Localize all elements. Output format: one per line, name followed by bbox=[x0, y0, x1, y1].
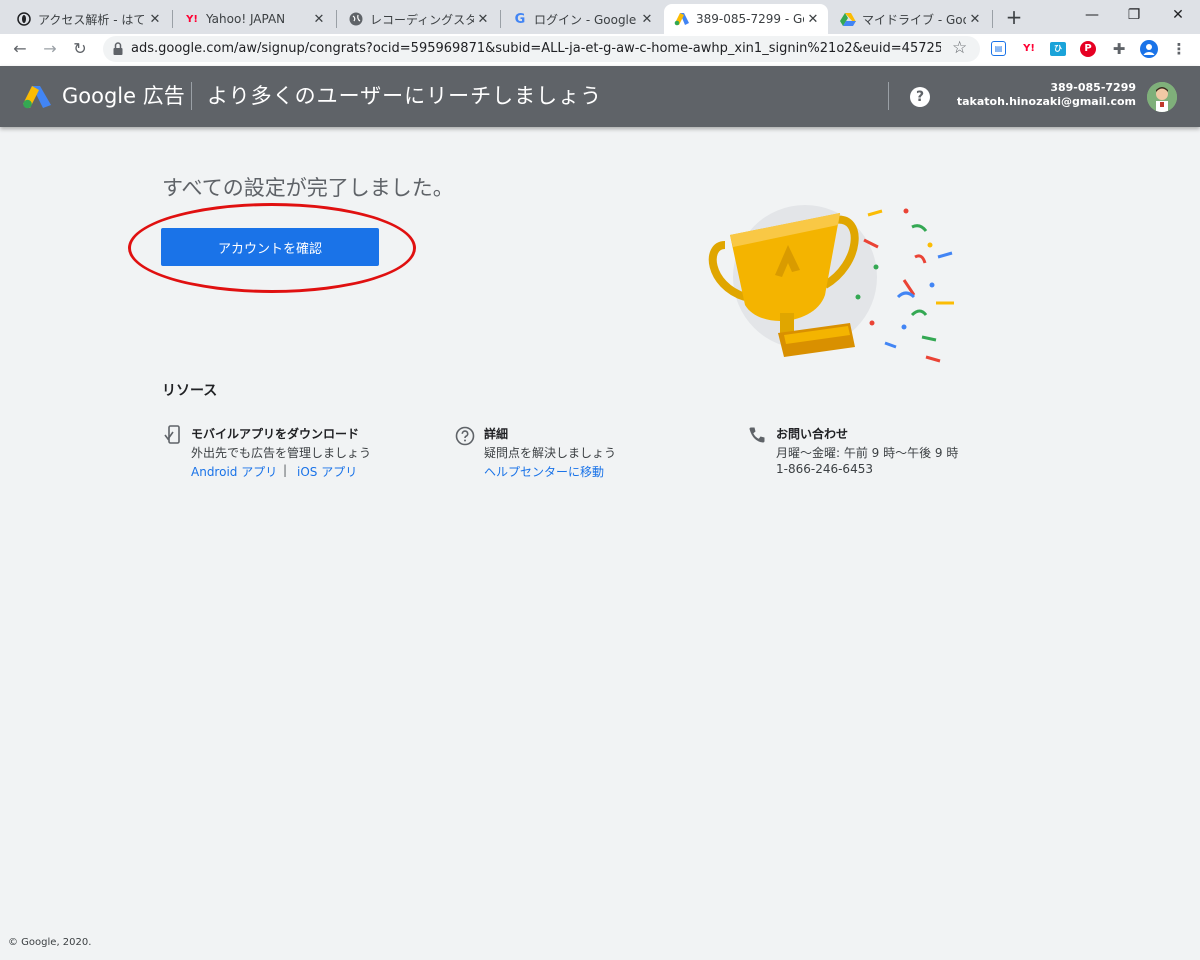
extension-icon[interactable]: ▤ bbox=[991, 41, 1006, 56]
help-icon[interactable]: ? bbox=[910, 87, 930, 107]
profile-icon[interactable] bbox=[1140, 40, 1158, 58]
phone-icon bbox=[748, 426, 766, 444]
close-window-button[interactable]: ✕ bbox=[1158, 2, 1198, 28]
mobile-app-title: モバイルアプリをダウンロード bbox=[191, 427, 360, 441]
browser-menu-icon[interactable]: ⋮ bbox=[1170, 40, 1188, 58]
account-email: takatoh.hinozaki@gmail.com bbox=[956, 95, 1136, 108]
back-button[interactable]: ← bbox=[7, 34, 33, 64]
brand-ads: 広告 bbox=[142, 84, 185, 108]
trophy-illustration bbox=[700, 185, 965, 375]
google-ads-logo-icon bbox=[22, 84, 52, 110]
yahoo-extension-icon[interactable]: Y! bbox=[1020, 40, 1038, 58]
tab-divider bbox=[992, 10, 993, 28]
close-tab-icon[interactable]: ✕ bbox=[474, 12, 492, 27]
details-text: 疑問点を解決しましょう bbox=[484, 446, 617, 460]
header-title: より多くのユーザーにリーチしましょう bbox=[207, 84, 603, 108]
link-separator: | bbox=[283, 463, 288, 477]
browser-tab[interactable]: アクセス解析 - はてなブ ✕ bbox=[6, 4, 170, 34]
close-tab-icon[interactable]: ✕ bbox=[146, 12, 164, 27]
minimize-button[interactable]: — bbox=[1072, 2, 1112, 28]
browser-tab[interactable]: マイドライブ - Google ✕ bbox=[830, 4, 990, 34]
lock-icon bbox=[112, 41, 124, 57]
globe-icon bbox=[348, 11, 364, 27]
browser-tab[interactable]: G ログイン - Google アカ ✕ bbox=[502, 4, 662, 34]
help-circle-icon bbox=[455, 426, 475, 446]
account-id: 389-085-7299 bbox=[1050, 81, 1136, 94]
bookmark-star-icon[interactable]: ☆ bbox=[952, 38, 967, 58]
android-app-link[interactable]: Android アプリ bbox=[191, 463, 277, 480]
forward-button[interactable]: → bbox=[37, 34, 63, 64]
details-title: 詳細 bbox=[484, 427, 509, 441]
google-ads-icon bbox=[674, 11, 690, 27]
globe-dark-icon bbox=[16, 11, 32, 27]
contact-title: お問い合わせ bbox=[776, 427, 849, 441]
translate-extension-icon[interactable]: ひ bbox=[1050, 42, 1066, 56]
mobile-download-icon bbox=[164, 425, 182, 445]
close-tab-icon[interactable]: ✕ bbox=[966, 12, 984, 27]
browser-tab[interactable]: Y! Yahoo! JAPAN ✕ bbox=[174, 4, 334, 34]
avatar[interactable] bbox=[1147, 82, 1177, 112]
puzzle-extensions-icon[interactable]: ✚ bbox=[1110, 40, 1128, 58]
google-g-icon: G bbox=[514, 11, 526, 27]
reload-button[interactable]: ↻ bbox=[67, 34, 93, 64]
restore-button[interactable]: ❐ bbox=[1114, 2, 1154, 28]
brand-google: Google bbox=[62, 84, 137, 108]
contact-phone: 1-866-246-6453 bbox=[776, 462, 873, 476]
header-divider bbox=[191, 82, 192, 110]
tab-divider bbox=[336, 10, 337, 28]
tab-divider bbox=[172, 10, 173, 28]
browser-tab-active[interactable]: 389-085-7299 - Goo ✕ bbox=[664, 4, 828, 34]
close-tab-icon[interactable]: ✕ bbox=[310, 12, 328, 27]
pinterest-icon[interactable]: P bbox=[1080, 41, 1096, 57]
browser-tab[interactable]: レコーディングスタジオは ✕ bbox=[338, 4, 498, 34]
footer-copyright: © Google, 2020. bbox=[8, 937, 92, 948]
ios-app-link[interactable]: iOS アプリ bbox=[297, 463, 357, 480]
close-tab-icon[interactable]: ✕ bbox=[804, 12, 822, 27]
help-center-link[interactable]: ヘルプセンターに移動 bbox=[484, 463, 604, 480]
tab-divider bbox=[500, 10, 501, 28]
resources-heading: リソース bbox=[162, 383, 218, 399]
mobile-app-text: 外出先でも広告を管理しましょう bbox=[191, 446, 372, 460]
header-divider bbox=[888, 82, 889, 110]
yahoo-icon: Y! bbox=[186, 13, 198, 25]
brand-name[interactable]: Google 広告 bbox=[62, 80, 185, 110]
red-highlight-ring bbox=[128, 203, 416, 293]
close-tab-icon[interactable]: ✕ bbox=[638, 12, 656, 27]
url-text[interactable]: ads.google.com/aw/signup/congrats?ocid=5… bbox=[131, 36, 941, 62]
new-tab-button[interactable]: + bbox=[1001, 4, 1027, 30]
completion-heading: すべての設定が完了しました。 bbox=[162, 176, 454, 200]
contact-hours: 月曜～金曜: 午前 9 時～午後 9 時 bbox=[776, 446, 959, 460]
google-drive-icon bbox=[840, 11, 856, 27]
